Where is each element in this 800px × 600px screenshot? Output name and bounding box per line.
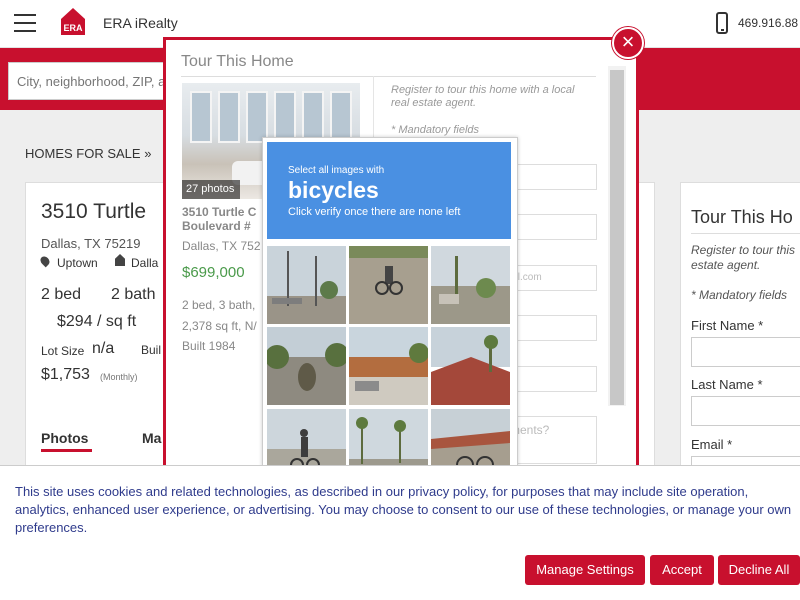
decline-all-button[interactable]: Decline All: [718, 555, 800, 585]
modal-phone-input[interactable]: [505, 315, 597, 341]
hamburger-menu-icon[interactable]: [14, 14, 36, 32]
captcha-target: bicycles: [288, 177, 379, 203]
lot-size-label: Lot Size: [41, 344, 85, 358]
modal-title: Tour This Home: [181, 53, 294, 70]
city-link[interactable]: Dalla: [131, 256, 158, 270]
modal-mandatory-note: * Mandatory fields: [391, 124, 480, 136]
captcha-tile-6[interactable]: [431, 327, 510, 405]
manage-settings-button[interactable]: Manage Settings: [525, 555, 645, 585]
captcha-tile-2[interactable]: [349, 246, 428, 324]
modal-comments-textarea[interactable]: ments?: [505, 416, 597, 464]
first-name-input[interactable]: [691, 337, 800, 367]
modal-beds-baths: 2 bed, 3 bath,: [182, 298, 256, 312]
captcha-tile-4[interactable]: [267, 327, 346, 405]
mandatory-note: * Mandatory fields: [691, 288, 788, 302]
last-name-label: Last Name *: [691, 377, 763, 392]
price-per-sqft: $294 / sq ft: [57, 313, 137, 330]
close-modal-button[interactable]: ×: [612, 27, 644, 59]
modal-city: Dallas, TX 752: [182, 239, 261, 253]
beds-count: 2 bed: [41, 286, 82, 303]
captcha-hint: Click verify once there are none left: [288, 206, 461, 218]
captcha-tile-3[interactable]: [431, 246, 510, 324]
hoa-amount: $1,753: [41, 366, 90, 383]
svg-text:ERA: ERA: [63, 23, 83, 33]
breadcrumb[interactable]: HOMES FOR SALE »: [25, 146, 151, 161]
modal-email-input[interactable]: ail.com: [505, 265, 597, 291]
cookie-text: This site uses cookies and related techn…: [15, 484, 792, 535]
modal-date-input[interactable]: [505, 366, 597, 392]
modal-scrollbar-thumb[interactable]: [610, 70, 624, 405]
built-label: Buil: [141, 343, 162, 357]
modal-register-text: Register to tour this home with a local …: [391, 84, 575, 109]
baths-count: 2 bath: [111, 286, 156, 303]
phone-number[interactable]: 469.916.88: [738, 16, 798, 30]
modal-price: $699,000: [182, 264, 245, 281]
neighborhood-link[interactable]: Uptown: [57, 256, 98, 270]
modal-first-name-input[interactable]: [505, 164, 597, 190]
listing-title: 3510 Turtle: [41, 200, 147, 223]
first-name-label: First Name *: [691, 318, 764, 333]
phone-icon: [716, 12, 728, 34]
captcha-tile-1[interactable]: [267, 246, 346, 324]
captcha-tile-5[interactable]: [349, 327, 428, 405]
hoa-period: (Monthly): [100, 372, 138, 382]
accept-button[interactable]: Accept: [650, 555, 714, 585]
tour-form-register-text: Register to tour this estate agent.: [691, 243, 796, 272]
modal-sqft: 2,378 sq ft, N/: [182, 319, 257, 333]
modal-built: Built 1984: [182, 339, 236, 353]
tab-map[interactable]: Ma: [142, 430, 161, 446]
divider: [691, 233, 800, 234]
lot-size-value: n/a: [92, 340, 115, 357]
tab-photos[interactable]: Photos: [41, 430, 88, 446]
modal-last-name-input[interactable]: [505, 214, 597, 240]
modal-address: 3510 Turtle C Boulevard #: [182, 205, 257, 233]
modal-divider: [181, 76, 596, 77]
listing-city: Dallas, TX 75219: [41, 236, 141, 251]
brand-name: ERA iRealty: [103, 15, 178, 31]
email-label: Email *: [691, 437, 733, 452]
active-tab-underline: [41, 449, 92, 452]
era-logo[interactable]: ERA: [58, 5, 88, 41]
last-name-input[interactable]: [691, 396, 800, 426]
captcha-instruction: Select all images with: [288, 165, 385, 176]
photo-count-badge: 27 photos: [182, 180, 240, 199]
tour-form-title: Tour This Ho: [691, 207, 793, 227]
